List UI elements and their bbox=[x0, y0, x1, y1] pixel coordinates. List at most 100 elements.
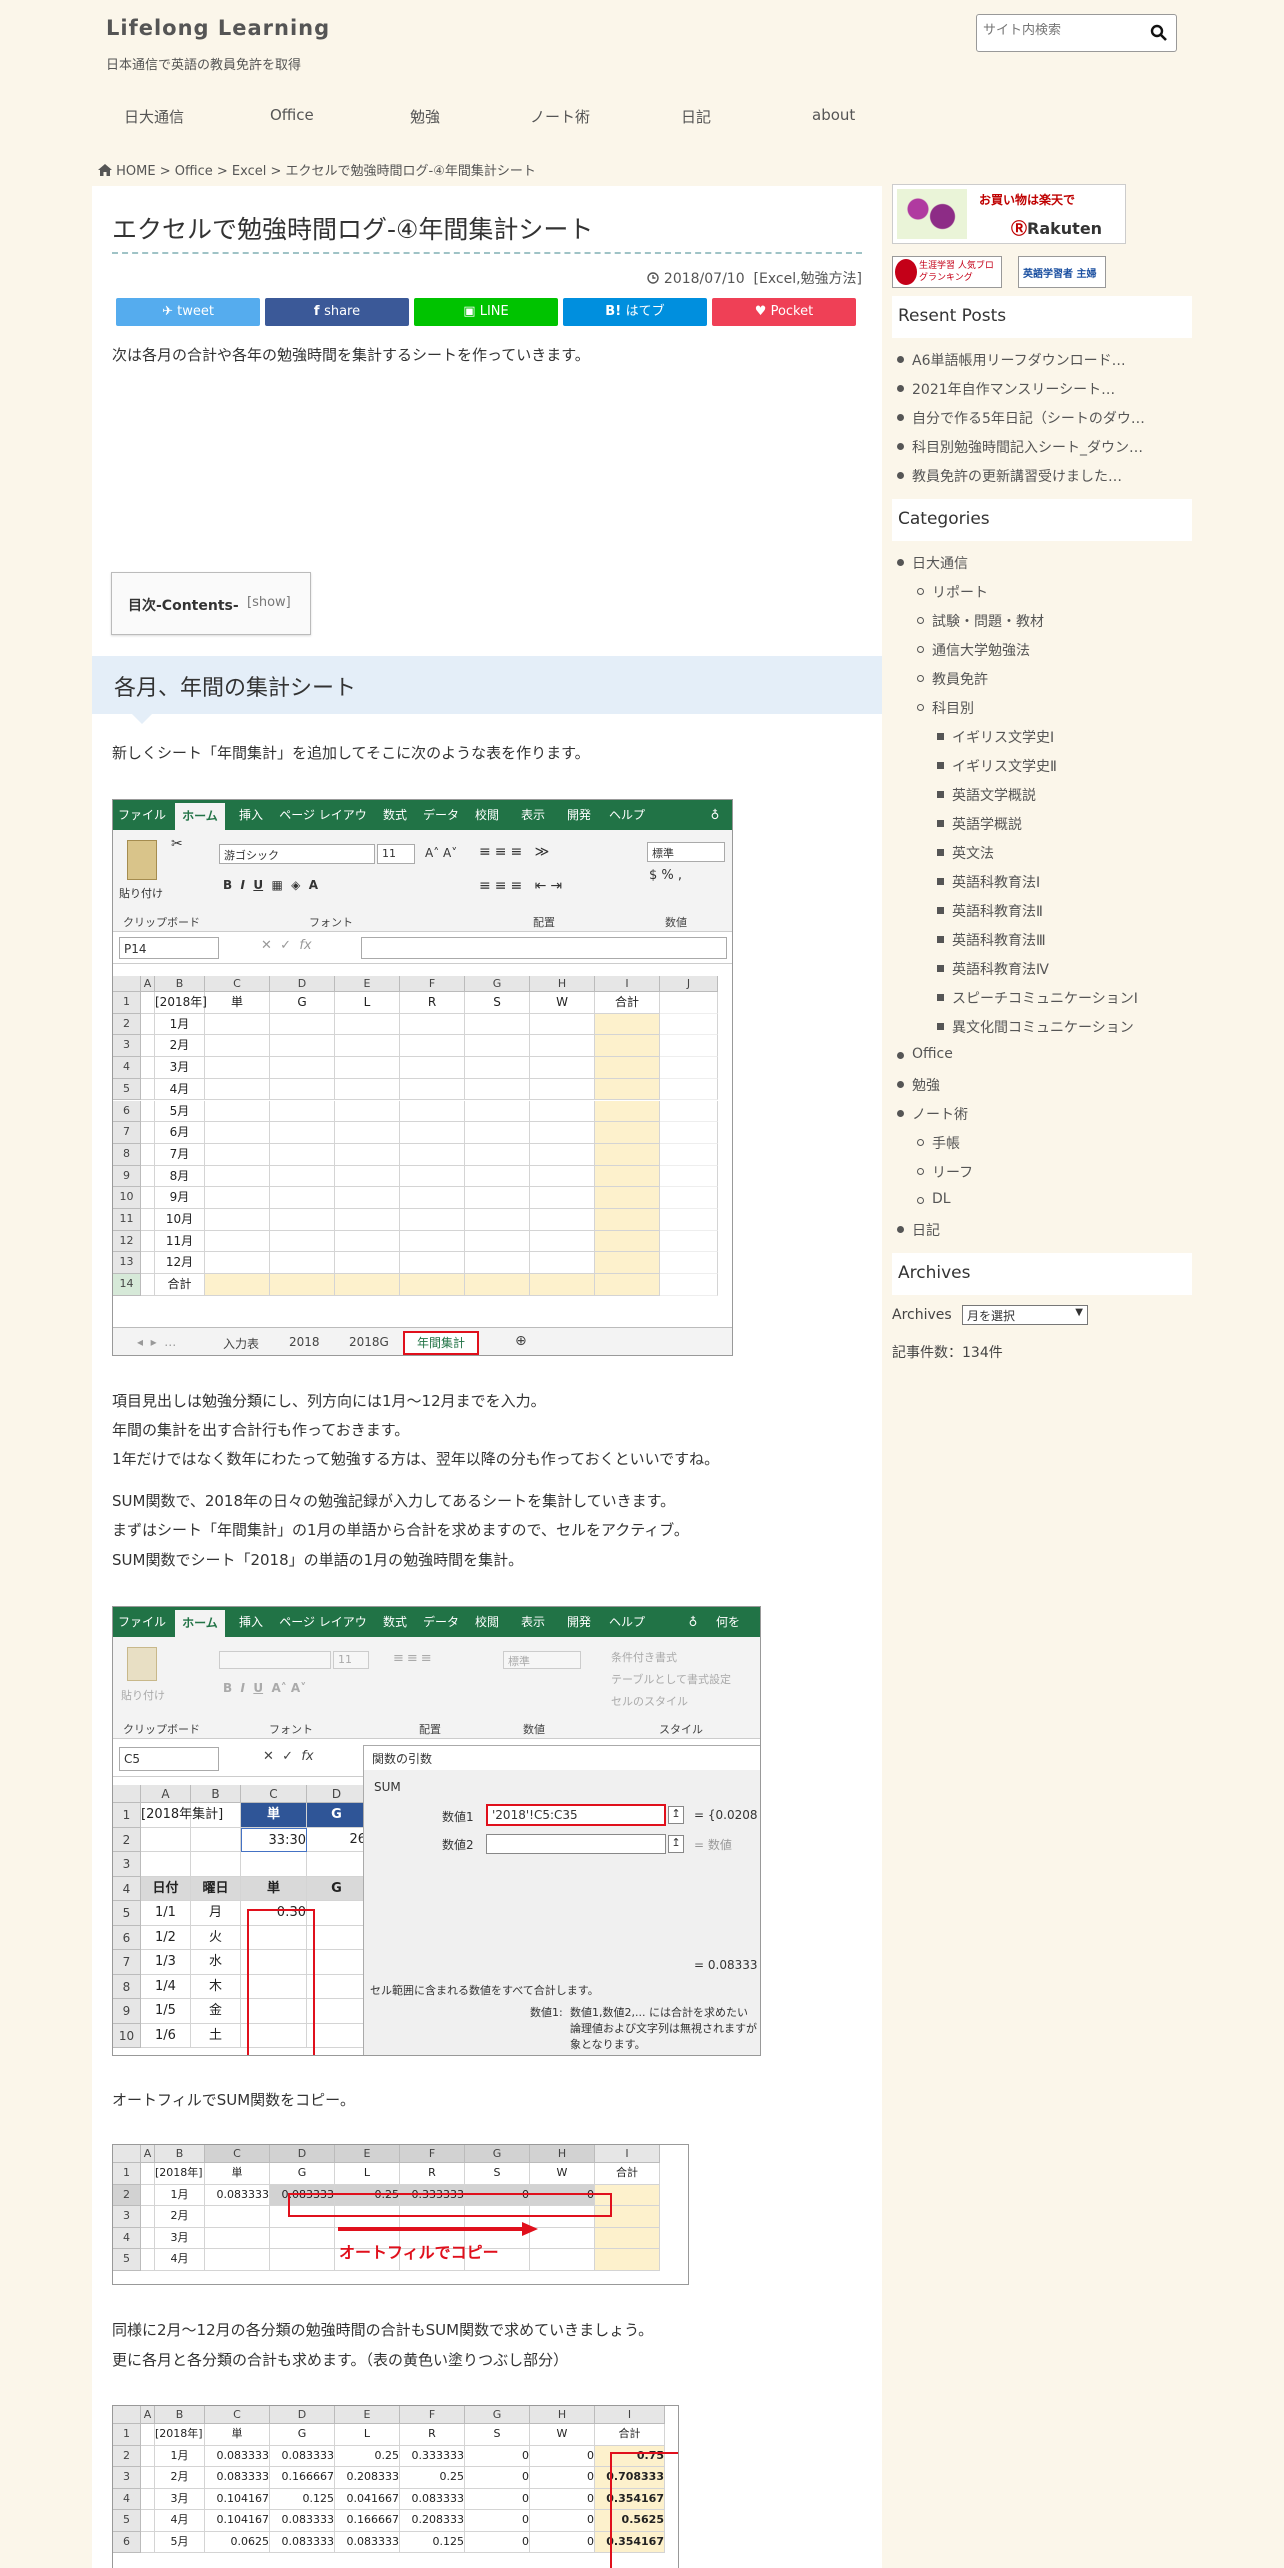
nav-item-office[interactable]: Office bbox=[270, 106, 314, 124]
grid-cell bbox=[141, 2445, 155, 2467]
grid-cell: [2018年] bbox=[155, 2424, 205, 2446]
category-link[interactable]: 勉強 bbox=[897, 1075, 940, 1095]
recent-post-link[interactable]: 教員免許の更新講習受けました… bbox=[897, 466, 1122, 486]
category-link[interactable]: 異文化間コミュニケーション bbox=[937, 1017, 1134, 1037]
grid-cell bbox=[595, 1274, 660, 1296]
row-header: 3 bbox=[113, 2467, 141, 2489]
nav-item-diary[interactable]: 日記 bbox=[681, 106, 711, 127]
category-link[interactable]: 英語学概説 bbox=[937, 814, 1022, 834]
grid-cell: 0.083333 bbox=[205, 2467, 270, 2489]
recent-post-link[interactable]: A6単語帳用リーフダウンロード… bbox=[897, 350, 1126, 370]
category-link[interactable]: 試験・問題・教材 bbox=[917, 611, 1044, 631]
category-link[interactable]: 英文法 bbox=[937, 843, 994, 863]
align-icons-2: ≡≡≡ ⇤⇥ bbox=[479, 878, 567, 894]
category-link[interactable]: 英語科教育法Ⅰ bbox=[937, 872, 1040, 892]
nav-item-note[interactable]: ノート術 bbox=[530, 106, 590, 127]
dialog-function-name: SUM bbox=[374, 1780, 401, 1794]
grid-cell bbox=[141, 1100, 155, 1123]
recent-post-link[interactable]: 自分で作る5年日記（シートのダウ… bbox=[897, 408, 1145, 428]
category-link[interactable]: 科目別 bbox=[917, 698, 974, 718]
arg1-input: '2018'!C5:C35 bbox=[486, 1804, 666, 1826]
grid-cell bbox=[530, 1209, 595, 1231]
line-share-button[interactable]: ▣ LINE bbox=[414, 298, 558, 326]
grid-cell bbox=[530, 1252, 595, 1275]
grid-cell: 0.166667 bbox=[335, 2510, 400, 2532]
breadcrumb-office[interactable]: Office bbox=[175, 164, 213, 179]
grid-cell: 3月 bbox=[155, 2227, 205, 2249]
recent-post-link[interactable]: 2021年自作マンスリーシート… bbox=[897, 379, 1115, 399]
chevron-down-icon: ▼ bbox=[1075, 1307, 1083, 1318]
page-title: エクセルで勉強時間ログ-④年間集計シート bbox=[112, 215, 594, 244]
format-as-table-button: テーブルとして書式設定 bbox=[611, 1673, 732, 1686]
category-link[interactable]: 日大通信 bbox=[897, 553, 968, 573]
post-categories[interactable]: [Excel,勉強方法] bbox=[754, 271, 862, 287]
nav-item-nichidai[interactable]: 日大通信 bbox=[124, 106, 184, 127]
category-link[interactable]: リポート bbox=[917, 582, 988, 602]
grid-cell bbox=[465, 1057, 530, 1079]
grid-cell: 2月 bbox=[155, 1035, 205, 1058]
category-link[interactable]: 日記 bbox=[897, 1220, 940, 1240]
category-link[interactable]: 教員免許 bbox=[917, 669, 988, 689]
grid-cell bbox=[530, 1078, 595, 1101]
column-header: C bbox=[205, 2145, 270, 2163]
site-title[interactable]: Lifelong Learning bbox=[106, 16, 330, 40]
grid-cell bbox=[270, 1143, 335, 1166]
category-link[interactable]: Office bbox=[897, 1046, 953, 1062]
range-highlight bbox=[247, 1909, 315, 2055]
grid-cell: 11月 bbox=[155, 1230, 205, 1253]
category-link[interactable]: イギリス文学史Ⅰ bbox=[937, 727, 1054, 747]
grid-cell bbox=[205, 1100, 270, 1123]
english-learner-banner[interactable]: 英語学習者 主婦 bbox=[1018, 256, 1106, 288]
search-icon[interactable] bbox=[1150, 24, 1168, 42]
category-label: リーフ bbox=[932, 1165, 974, 1181]
recent-post-link[interactable]: 科目別勉強時間記入シート_ダウン… bbox=[897, 437, 1143, 457]
grid-cell bbox=[660, 1078, 718, 1101]
lightbulb-icon: ♁ bbox=[710, 808, 720, 822]
category-link[interactable]: リーフ bbox=[917, 1162, 974, 1182]
row-header: 5 bbox=[113, 2510, 141, 2532]
hatena-share-button[interactable]: B! はてブ bbox=[563, 298, 707, 326]
formula-icons: ✕ ✓ fx bbox=[261, 938, 312, 953]
grid-cell: 7月 bbox=[155, 1143, 205, 1166]
breadcrumb-excel[interactable]: Excel bbox=[232, 164, 266, 179]
bullet-icon bbox=[917, 704, 924, 711]
category-link[interactable]: 英語科教育法Ⅱ bbox=[937, 901, 1043, 921]
nav-item-about[interactable]: about bbox=[812, 106, 855, 124]
search-box[interactable] bbox=[976, 14, 1177, 52]
bullet-icon bbox=[897, 443, 904, 450]
post-count: 記事件数：134件 bbox=[892, 1345, 1003, 1361]
facebook-share-button[interactable]: f share bbox=[265, 298, 409, 326]
twitter-share-button[interactable]: ✈ tweet bbox=[116, 298, 260, 326]
category-link[interactable]: 英語文学概説 bbox=[937, 785, 1036, 805]
grid-cell bbox=[660, 1274, 718, 1296]
grid-cell: 0 bbox=[530, 2445, 595, 2467]
grid-cell bbox=[205, 1122, 270, 1144]
grid-cell bbox=[335, 1209, 400, 1231]
category-link[interactable]: 手帳 bbox=[917, 1133, 960, 1153]
category-label: イギリス文学史Ⅱ bbox=[952, 759, 1057, 775]
lightbulb-icon: ♁ bbox=[688, 1615, 698, 1629]
pocket-share-button[interactable]: ♥ Pocket bbox=[712, 298, 856, 326]
grid-cell bbox=[141, 2184, 155, 2206]
search-input[interactable] bbox=[983, 23, 1143, 38]
category-link[interactable]: イギリス文学史Ⅱ bbox=[937, 756, 1057, 776]
toc-toggle[interactable]: [show] bbox=[247, 595, 291, 610]
blog-ranking-banner[interactable]: 生涯学習 人気ブログランキング bbox=[892, 256, 1002, 288]
grid-cell bbox=[335, 1013, 400, 1036]
category-link[interactable]: ノート術 bbox=[897, 1104, 968, 1124]
category-link[interactable]: スピーチコミュニケーションⅠ bbox=[937, 988, 1138, 1008]
nav-item-study[interactable]: 勉強 bbox=[410, 106, 440, 127]
category-link[interactable]: 英語科教育法Ⅳ bbox=[937, 959, 1049, 979]
column-header: B bbox=[155, 2145, 205, 2163]
category-link[interactable]: DL bbox=[917, 1191, 951, 1207]
grid-cell: 1/6 bbox=[141, 2023, 191, 2048]
site-description: 日本通信で英語の教員免許を取得 bbox=[106, 58, 302, 73]
breadcrumb-home[interactable]: HOME bbox=[116, 164, 155, 179]
grid-cell bbox=[205, 2206, 270, 2228]
archives-select[interactable]: 月を選択 ▼ bbox=[962, 1305, 1088, 1325]
grid-cell: 1/5 bbox=[141, 1999, 191, 2024]
category-link[interactable]: 英語科教育法Ⅲ bbox=[937, 930, 1046, 950]
category-link[interactable]: 通信大学勉強法 bbox=[917, 640, 1030, 660]
bold-italic-underline-icons: B I U ▦ ◈ A bbox=[223, 878, 319, 892]
rakuten-banner[interactable]: お買い物は楽天で ⓇRakuten bbox=[892, 184, 1126, 244]
